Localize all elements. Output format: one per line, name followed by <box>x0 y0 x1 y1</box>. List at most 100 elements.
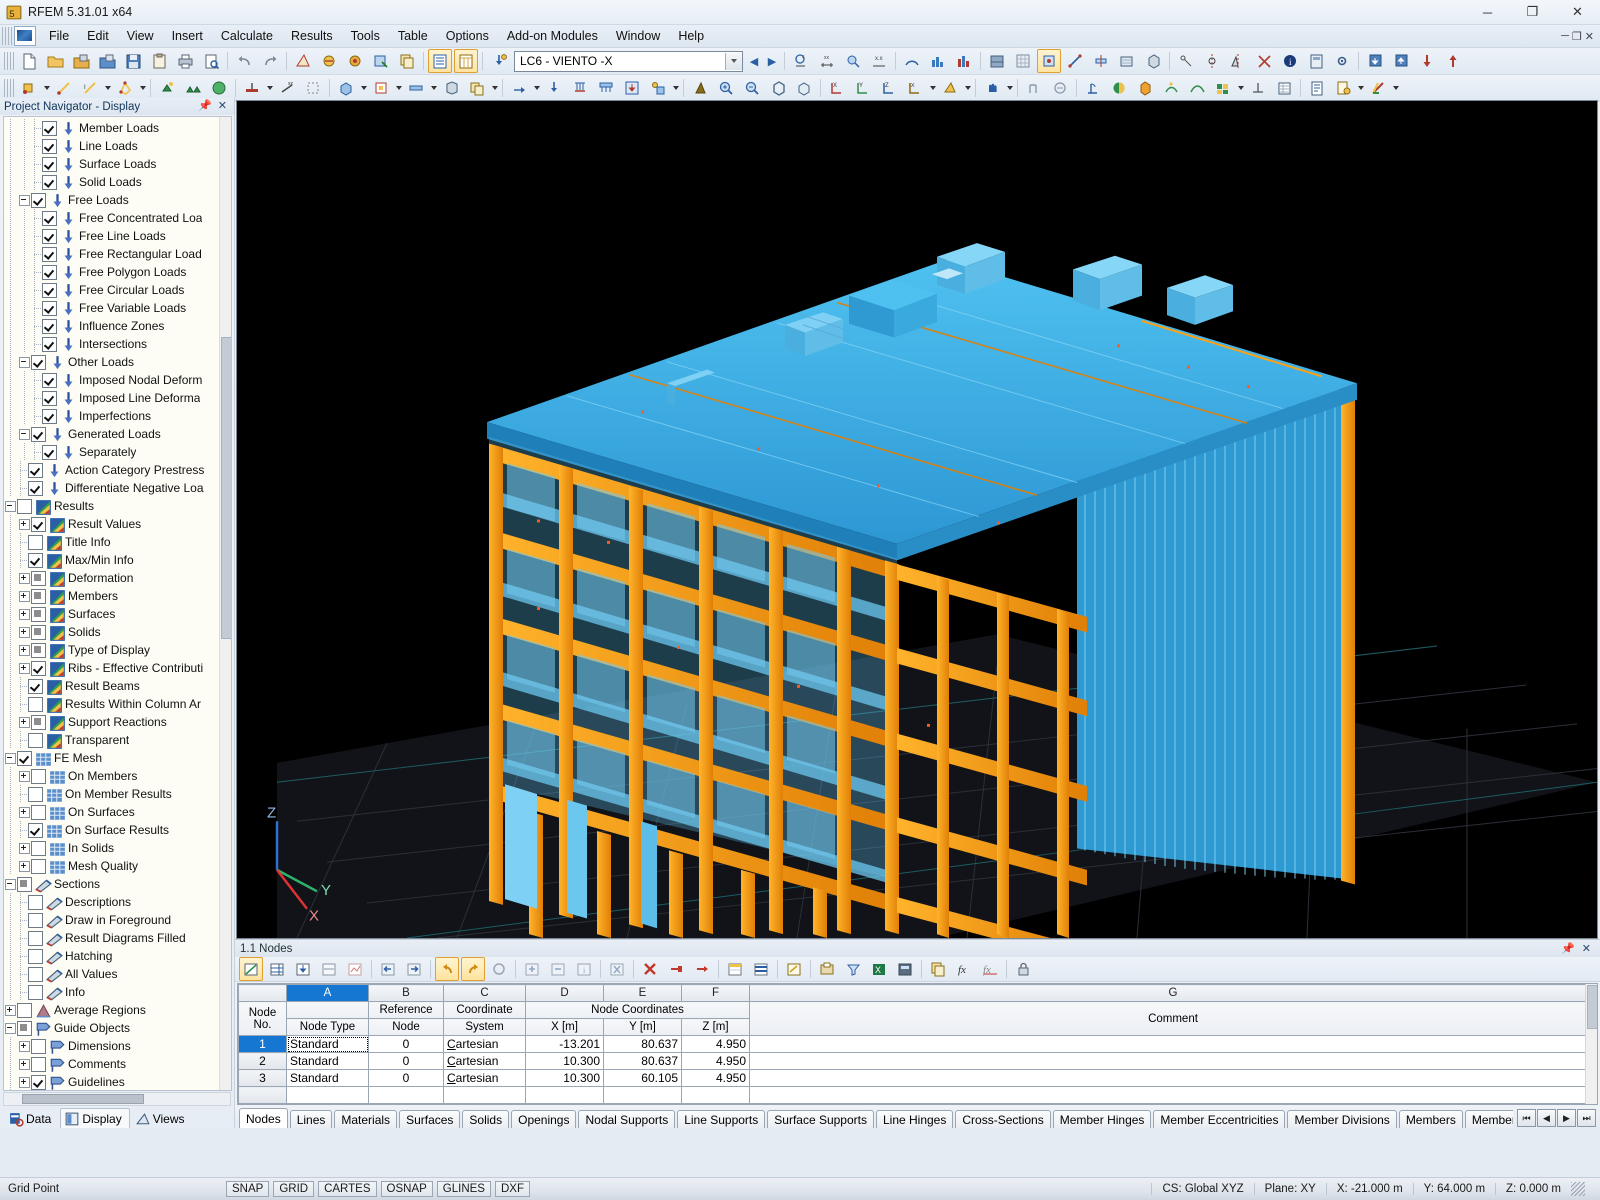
prev-tab-button[interactable]: ◀ <box>1537 1109 1556 1127</box>
table-row[interactable]: 1Standard0Cartesian-13.20180.6374.950 <box>239 1036 1597 1053</box>
tree-expander-expand-icon[interactable] <box>18 569 31 587</box>
tree-expander-expand-icon[interactable] <box>18 839 31 857</box>
tree-item-surface-loads[interactable]: Surface Loads <box>4 155 231 173</box>
zoom-fit-icon[interactable] <box>792 76 816 100</box>
menu-view[interactable]: View <box>118 27 163 45</box>
tree-expander-expand-icon[interactable] <box>18 803 31 821</box>
tree-checkbox[interactable] <box>28 535 43 550</box>
tree-checkbox[interactable] <box>42 121 57 136</box>
last-tab-button[interactable]: ⏭ <box>1577 1109 1596 1127</box>
tree-checkbox[interactable] <box>28 985 43 1000</box>
calc-icon[interactable] <box>1304 49 1328 73</box>
row-header-node-no[interactable]: 1 <box>239 1036 287 1053</box>
menu-insert[interactable]: Insert <box>163 27 212 45</box>
tree-checkbox[interactable] <box>28 463 43 478</box>
insert-after-icon[interactable] <box>690 957 714 981</box>
load-line-icon[interactable] <box>568 76 592 100</box>
tree-expander-collapse-icon[interactable] <box>4 875 17 893</box>
isoline-icon[interactable] <box>1159 76 1183 100</box>
settings-icon[interactable] <box>1330 49 1354 73</box>
print-icon[interactable] <box>173 49 197 73</box>
save-icon[interactable] <box>121 49 145 73</box>
zoom-value-icon[interactable] <box>841 49 865 73</box>
table-tab-line-hinges[interactable]: Line Hinges <box>876 1110 953 1128</box>
undo-icon[interactable] <box>232 49 256 73</box>
edit-table-icon[interactable] <box>239 957 263 981</box>
tree-item-info[interactable]: Info <box>4 983 231 1001</box>
cell-node-type[interactable]: Standard <box>287 1036 369 1053</box>
tree-checkbox[interactable] <box>42 175 57 190</box>
tree-checkbox[interactable] <box>31 805 46 820</box>
tree-checkbox[interactable] <box>31 643 46 658</box>
tree-checkbox[interactable] <box>31 859 46 874</box>
render-model-icon[interactable] <box>985 49 1009 73</box>
prev-col-icon[interactable] <box>376 957 400 981</box>
tree-item-max-min-info[interactable]: Max/Min Info <box>4 551 231 569</box>
tree-checkbox[interactable] <box>42 301 57 316</box>
tree-item-support-reactions[interactable]: Support Reactions <box>4 713 231 731</box>
navigator-tree[interactable]: Member LoadsLine LoadsSurface LoadsSolid… <box>3 116 232 1091</box>
calc-table-icon[interactable] <box>893 957 917 981</box>
tree-checkbox[interactable] <box>31 715 46 730</box>
row-header-node-no[interactable]: 2 <box>239 1053 287 1070</box>
clipboard-icon[interactable] <box>147 49 171 73</box>
display-surfaces-icon[interactable] <box>1115 49 1139 73</box>
tree-expander-expand-icon[interactable] <box>18 1073 31 1091</box>
close-button[interactable]: ✕ <box>1555 0 1600 24</box>
cell-empty[interactable] <box>750 1087 1597 1104</box>
tree-checkbox[interactable] <box>28 949 43 964</box>
maximize-button[interactable]: ❐ <box>1510 0 1555 24</box>
tree-item-title-info[interactable]: Title Info <box>4 533 231 551</box>
view-z-icon[interactable]: Z <box>877 76 901 100</box>
tree-item-action-category-prestress[interactable]: Action Category Prestress <box>4 461 231 479</box>
tree-expander-expand-icon[interactable] <box>18 641 31 659</box>
tree-item-intersections[interactable]: Intersections <box>4 335 231 353</box>
node-icon[interactable] <box>17 76 41 100</box>
toggle-glines[interactable]: GLINES <box>437 1181 491 1197</box>
tree-item-results-within-column-ar[interactable]: Results Within Column Ar <box>4 695 231 713</box>
cell-coordinate-system[interactable]: Cartesian <box>444 1053 526 1070</box>
tree-item-result-beams[interactable]: Result Beams <box>4 677 231 695</box>
tree-item-separately[interactable]: Separately <box>4 443 231 461</box>
fe-mesh-icon[interactable] <box>1011 49 1035 73</box>
toggle-cartes[interactable]: CARTES <box>318 1181 376 1197</box>
menu-results[interactable]: Results <box>282 27 342 45</box>
new-file-icon[interactable] <box>17 49 41 73</box>
col-letter-d[interactable]: D <box>526 985 604 1002</box>
load-gen-icon[interactable] <box>646 76 670 100</box>
redo-icon[interactable] <box>258 49 282 73</box>
first-tab-button[interactable]: ⏮ <box>1517 1109 1536 1127</box>
cell-comment[interactable] <box>750 1053 1597 1070</box>
tree-checkbox[interactable] <box>28 823 43 838</box>
line-dim-icon[interactable]: I <box>78 76 102 100</box>
color-scale-dropdown-icon[interactable] <box>1391 77 1400 99</box>
cell-empty[interactable] <box>287 1087 369 1104</box>
tree-expander-expand-icon[interactable] <box>18 515 31 533</box>
col-letter-g[interactable]: G <box>750 985 1597 1002</box>
display-solids-icon[interactable] <box>1141 49 1165 73</box>
table-tab-nodes[interactable]: Nodes <box>239 1108 288 1128</box>
table-tab-cross-sections[interactable]: Cross-Sections <box>955 1110 1050 1128</box>
mesh-icon[interactable] <box>900 49 924 73</box>
hand-dropdown-icon[interactable] <box>1005 77 1014 99</box>
member-dropdown-icon[interactable] <box>429 77 438 99</box>
toolbar-grip-2[interactable] <box>4 79 14 97</box>
toggle-osnap[interactable]: OSNAP <box>381 1181 433 1197</box>
tree-item-dimensions[interactable]: Dimensions <box>4 1037 231 1055</box>
tree-item-average-regions[interactable]: Average Regions <box>4 1001 231 1019</box>
table-tab-lines[interactable]: Lines <box>290 1110 333 1128</box>
tree-item-imposed-line-deforma[interactable]: Imposed Line Deforma <box>4 389 231 407</box>
stripe-table-icon[interactable] <box>749 957 773 981</box>
menu-help[interactable]: Help <box>669 27 713 45</box>
lock-icon[interactable] <box>1011 957 1035 981</box>
menu-options[interactable]: Options <box>437 27 498 45</box>
navigator-hscroll-thumb[interactable] <box>22 1094 144 1104</box>
view-render-icon[interactable] <box>938 76 962 100</box>
navigator-horizontal-scrollbar[interactable] <box>3 1092 231 1106</box>
tree-checkbox[interactable] <box>28 787 43 802</box>
tree-item-on-member-results[interactable]: On Member Results <box>4 785 231 803</box>
tree-item-fe-mesh[interactable]: FE Mesh <box>4 749 231 767</box>
cell-coordinate-system[interactable]: Cartesian <box>444 1036 526 1053</box>
axis-icon[interactable] <box>1200 49 1224 73</box>
tree-checkbox[interactable] <box>42 319 57 334</box>
